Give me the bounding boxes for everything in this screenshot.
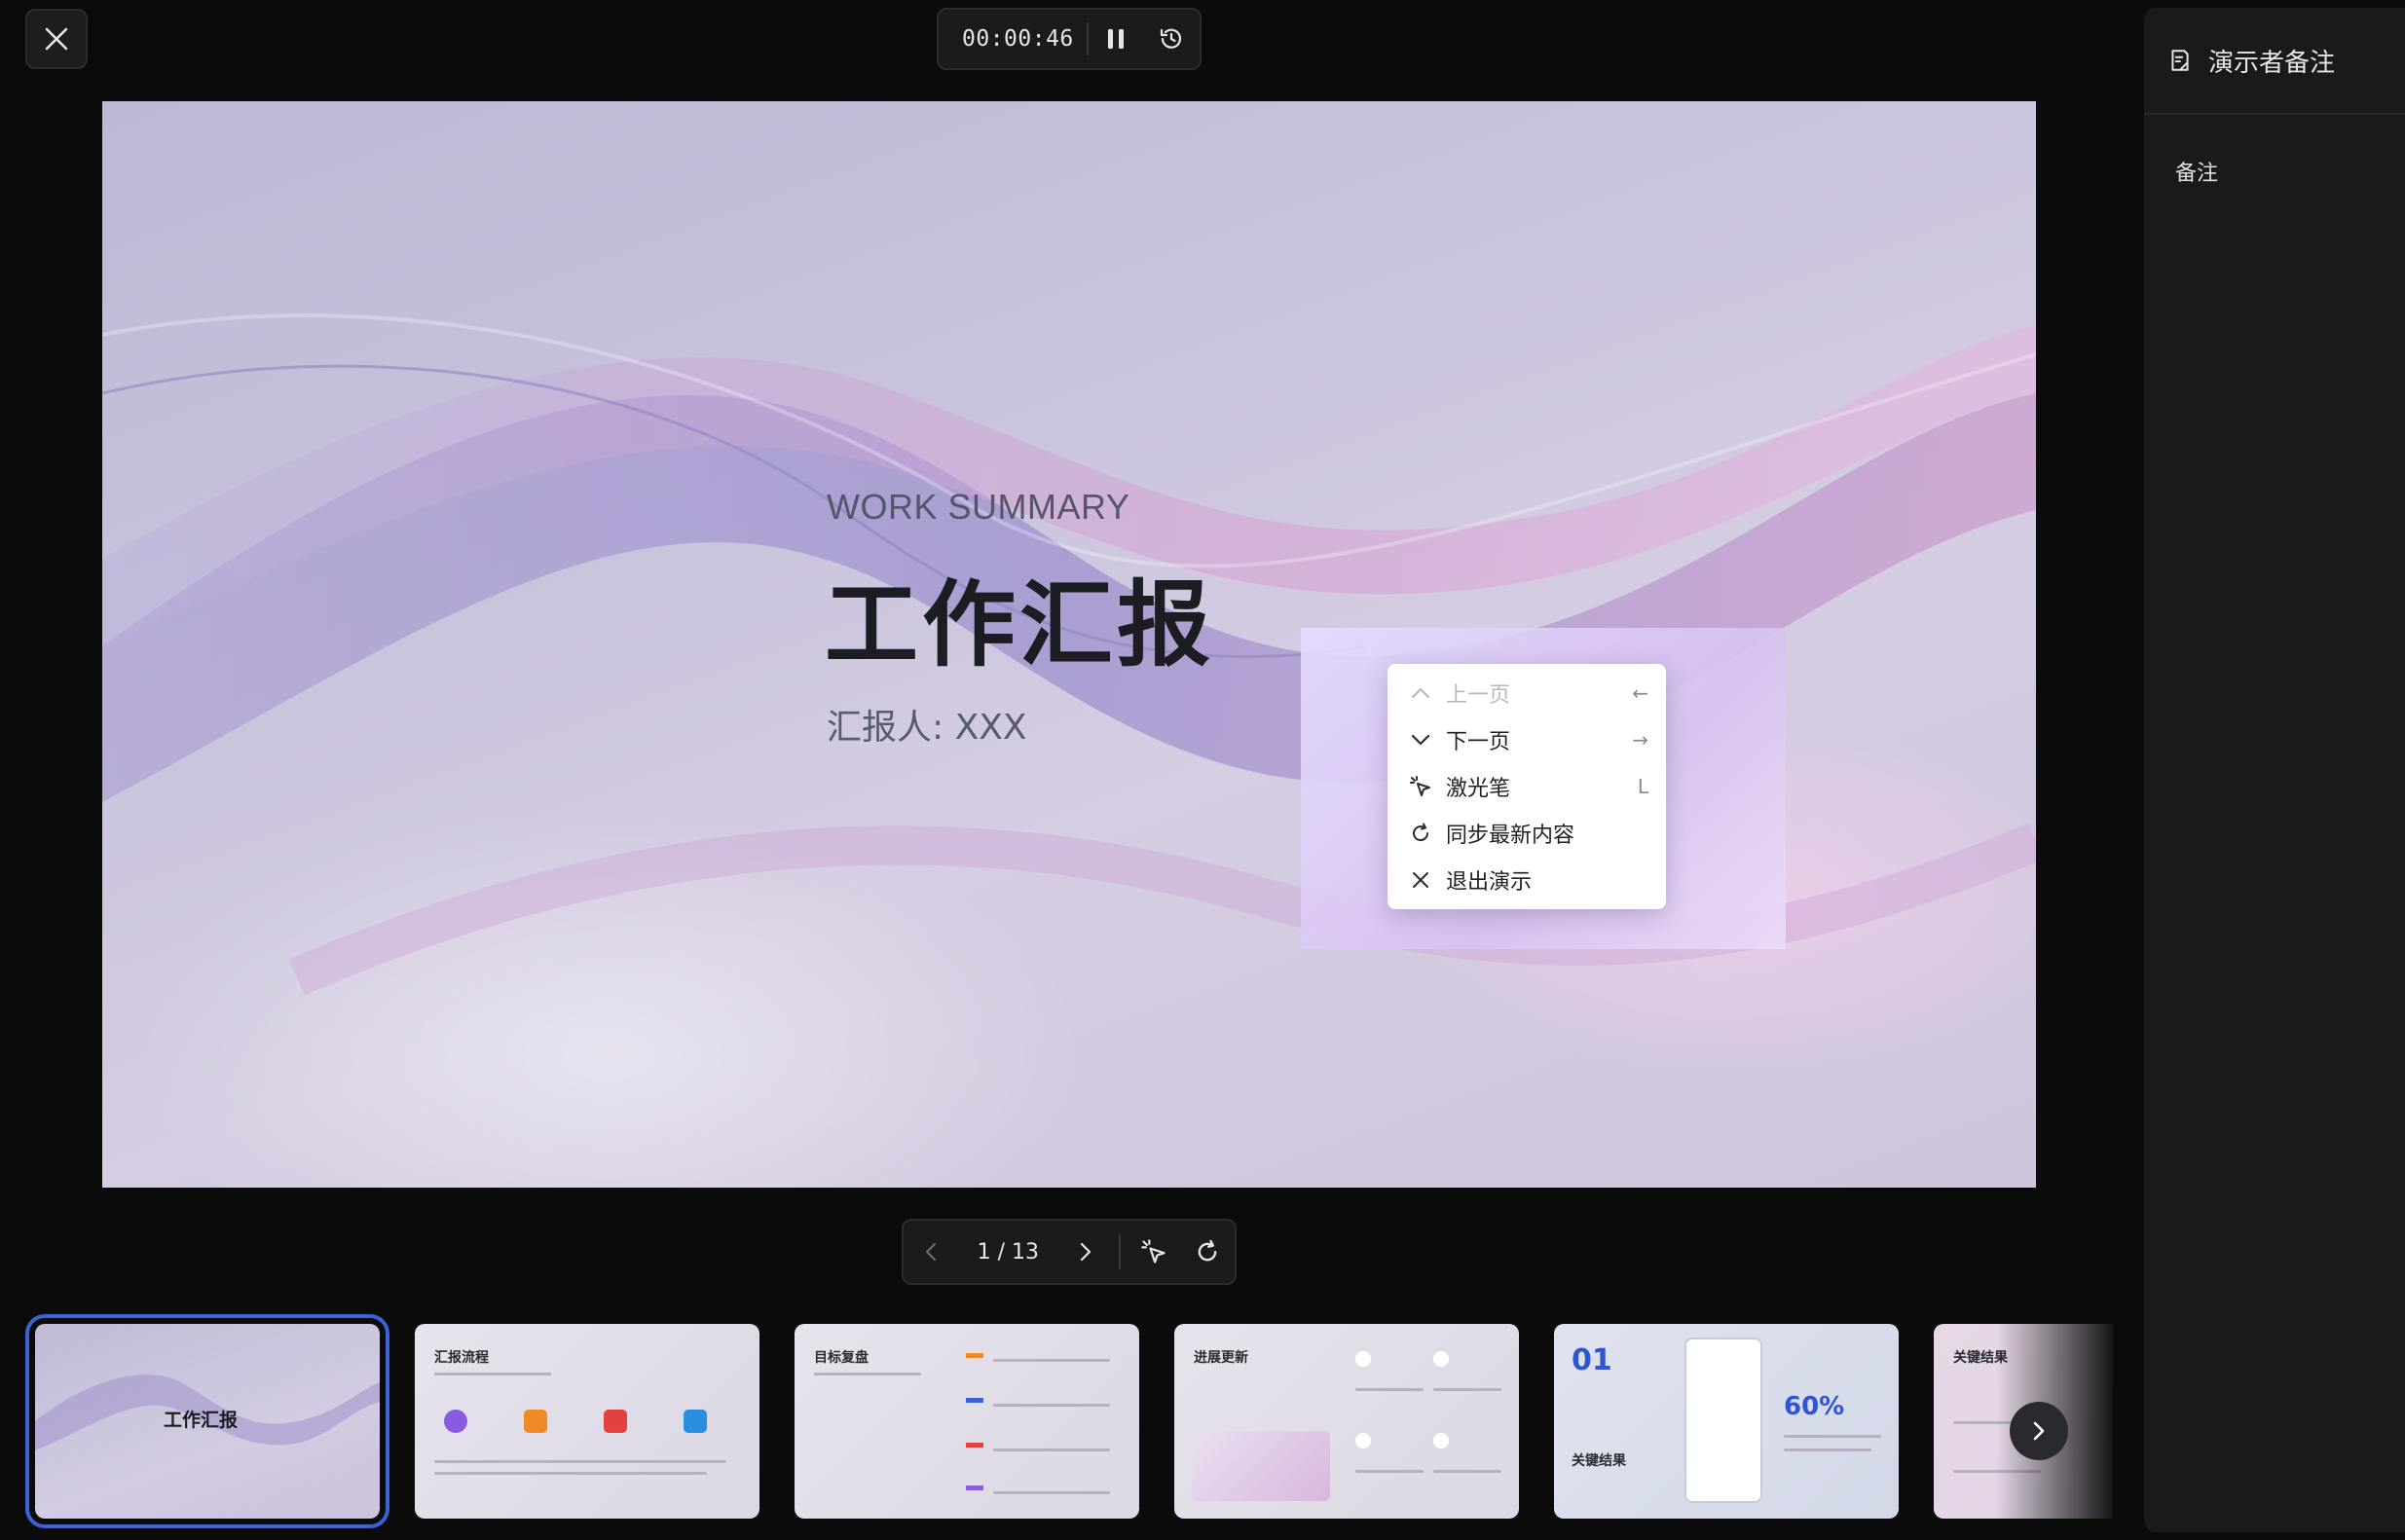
thumbnail-number: 01 [1572, 1343, 1612, 1377]
chevron-right-icon [2033, 1421, 2045, 1441]
laser-pointer-icon [1140, 1239, 1166, 1264]
menu-item-next-page[interactable]: 下一页 → [1388, 716, 1666, 763]
close-icon [1407, 866, 1434, 894]
thumbnail-text-line [1433, 1470, 1501, 1473]
thumbnail-step-dot [1355, 1433, 1371, 1448]
reset-timer-button[interactable] [1144, 10, 1200, 68]
menu-item-label: 上一页 [1446, 683, 1511, 708]
thumbnail-bar-purple [966, 1485, 983, 1490]
notes-content[interactable]: 备注 [2144, 115, 2405, 228]
menu-item-shortcut: → [1632, 728, 1648, 752]
slide-navigation-bar: 1 / 13 [902, 1219, 1237, 1285]
thumbnail-text-line [1355, 1388, 1424, 1391]
thumbnail-title: 进展更新 [1194, 1350, 1248, 1366]
notes-header: 演示者备注 [2144, 8, 2405, 115]
thumbnail-text-line [993, 1404, 1110, 1407]
thumbnail-text-line [993, 1491, 1110, 1494]
slide-thumbnail-2[interactable]: 汇报流程 [415, 1324, 759, 1519]
refresh-icon [1198, 1239, 1217, 1262]
menu-item-exit-presentation[interactable]: 退出演示 [1388, 857, 1666, 903]
thumbnail-text-line [434, 1472, 707, 1475]
thumbnail-icon-purple [444, 1410, 467, 1433]
thumbnail-text-line [993, 1448, 1110, 1451]
menu-item-label: 退出演示 [1446, 870, 1533, 895]
menu-item-previous-page[interactable]: 上一页 ← [1388, 670, 1666, 716]
slide-thumbnail-4[interactable]: 进展更新 [1174, 1324, 1519, 1519]
menu-item-label: 激光笔 [1446, 777, 1511, 801]
slide-presenter: 汇报人: XXX [827, 708, 1027, 748]
chevron-left-icon [925, 1242, 936, 1262]
thumbnail-step-dot [1433, 1351, 1449, 1367]
pause-timer-button[interactable] [1089, 10, 1144, 68]
thumbnail-icon-blue [684, 1410, 707, 1433]
thumbnail-title: 工作汇报 [164, 1410, 239, 1431]
previous-slide-button[interactable] [904, 1221, 958, 1283]
menu-item-shortcut: ← [1632, 681, 1648, 705]
chevron-right-icon [1080, 1242, 1091, 1262]
presenter-notes-panel: 演示者备注 备注 [2144, 8, 2405, 1532]
thumbnails-scroll-right-button[interactable] [2010, 1402, 2068, 1460]
thumbnail-image [1192, 1431, 1330, 1501]
close-icon [45, 27, 68, 51]
refresh-icon [1407, 820, 1434, 847]
laser-pointer-icon [1407, 773, 1434, 800]
thumbnail-title: 汇报流程 [434, 1350, 489, 1366]
thumbnail-text-line [1433, 1388, 1501, 1391]
menu-item-laser-pointer[interactable]: 激光笔 L [1388, 763, 1666, 810]
thumbnail-step-dot [1355, 1351, 1371, 1367]
page-indicator: 1 / 13 [977, 1239, 1040, 1265]
presentation-mode: 00:00:46 WORK SUMMARY 工作汇报 汇报人: XXX 上一页 … [0, 0, 2405, 1540]
menu-item-label: 下一页 [1446, 730, 1511, 754]
menu-item-shortcut: L [1637, 775, 1648, 798]
exit-presentation-button[interactable] [25, 9, 88, 69]
notes-title: 演示者备注 [2208, 48, 2336, 78]
thumbnail-text-line [993, 1359, 1110, 1362]
context-menu: 上一页 ← 下一页 → 激光笔 L 同步最新内容 退出演示 [1388, 664, 1666, 909]
slide-thumbnail-3[interactable]: 目标复盘 [795, 1324, 1139, 1519]
slide-subtitle: WORK SUMMARY [827, 487, 1130, 527]
thumbnail-text-line [1784, 1435, 1881, 1438]
menu-item-sync-content[interactable]: 同步最新内容 [1388, 810, 1666, 857]
history-icon [1161, 28, 1182, 49]
pause-icon [1108, 29, 1125, 49]
thumbnail-icon-orange [524, 1410, 547, 1433]
timer-bar: 00:00:46 [937, 8, 1202, 70]
chevron-down-icon [1407, 726, 1434, 753]
slide-thumbnail-strip: 工作汇报 汇报流程 目标复盘 进展更新 01 关键结果 60% 关键结果 [25, 1312, 2113, 1540]
chevron-up-icon [1407, 679, 1434, 707]
next-slide-button[interactable] [1058, 1221, 1113, 1283]
thumbnail-bar-red [966, 1443, 983, 1448]
slide-thumbnail-5[interactable]: 01 关键结果 60% [1554, 1324, 1899, 1519]
slide-title: 工作汇报 [825, 570, 1214, 679]
thumbnail-phone-mockup [1684, 1338, 1762, 1503]
slide-thumbnail-1[interactable]: 工作汇报 [25, 1314, 389, 1528]
thumbnail-text-line [434, 1373, 551, 1375]
divider [1118, 1234, 1121, 1269]
thumbnail-bar-blue [966, 1398, 983, 1403]
thumbnail-icon-red [604, 1410, 627, 1433]
menu-item-label: 同步最新内容 [1446, 824, 1575, 848]
thumbnail-stat: 60% [1784, 1392, 1845, 1421]
thumbnail-text-line [814, 1373, 921, 1375]
thumbnail-step-dot [1433, 1433, 1449, 1448]
thumbnail-text-line [1784, 1448, 1871, 1451]
laser-pointer-button[interactable] [1127, 1221, 1181, 1283]
thumbnail-bar-orange [966, 1353, 983, 1358]
thumbnail-text-line [434, 1460, 726, 1463]
timer-display: 00:00:46 [962, 26, 1074, 52]
thumbnail-title: 关键结果 [1572, 1453, 1626, 1469]
sync-content-button[interactable] [1180, 1221, 1235, 1283]
thumbnail-title: 目标复盘 [814, 1350, 869, 1366]
thumbnail-text-line [1355, 1470, 1424, 1473]
note-icon [2171, 50, 2189, 71]
